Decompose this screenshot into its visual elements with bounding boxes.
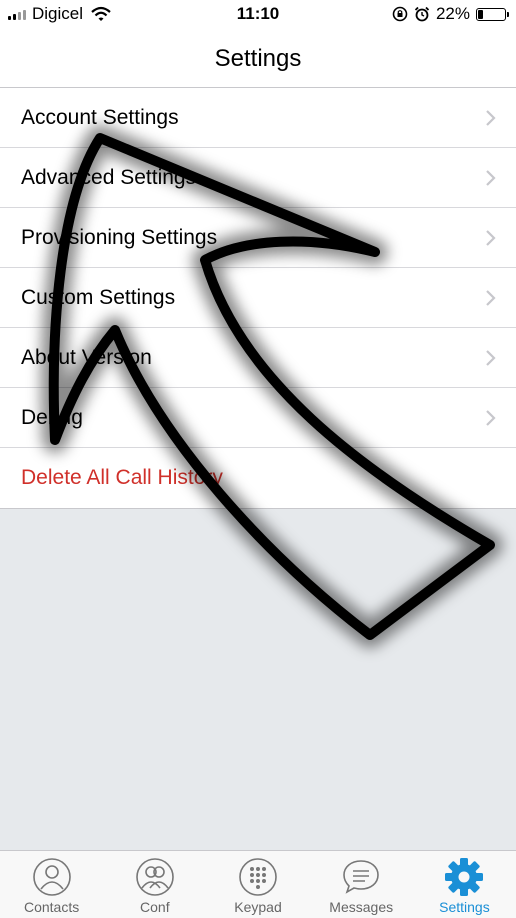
settings-item-about-version[interactable]: About Version (0, 328, 516, 388)
settings-item-debug[interactable]: Debug (0, 388, 516, 448)
tab-label: Contacts (23, 899, 80, 915)
contacts-icon (32, 858, 71, 896)
tab-label: Messages (329, 899, 394, 915)
messages-icon (343, 860, 380, 894)
settings-item-advanced[interactable]: Advanced Settings (0, 148, 516, 208)
keypad-icon (239, 858, 277, 896)
alarm-icon (414, 6, 430, 22)
tab-label: Settings (439, 899, 490, 915)
gear-icon (445, 858, 484, 896)
tab-label: Conf (140, 899, 170, 915)
settings-item-label: Custom Settings (21, 286, 176, 309)
settings-item-label: Account Settings (21, 106, 179, 129)
chevron-right-icon (486, 110, 496, 126)
nav-bar: Settings (0, 30, 516, 88)
tab-contacts[interactable]: Contacts (0, 851, 103, 918)
settings-item-custom[interactable]: Custom Settings (0, 268, 516, 328)
battery-level (478, 9, 483, 19)
chevron-right-icon (486, 410, 496, 426)
settings-item-label: About Version (21, 346, 152, 369)
tab-conf[interactable]: Conf (103, 851, 206, 918)
settings-list: Account Settings Advanced Settings Provi… (0, 88, 516, 509)
status-right: 22% (392, 4, 509, 24)
battery-percent: 22% (435, 4, 470, 23)
conference-icon (135, 858, 174, 896)
settings-item-provisioning[interactable]: Provisioning Settings (0, 208, 516, 268)
settings-item-label: Provisioning Settings (21, 226, 218, 249)
settings-item-label: Debug (21, 406, 83, 429)
tab-bar: Contacts Conf Keypad Messages Settings (0, 850, 516, 918)
battery-icon (476, 7, 509, 21)
tab-settings[interactable]: Settings (413, 851, 516, 918)
status-bar: Digicel 11:10 22% (0, 0, 516, 30)
chevron-right-icon (486, 290, 496, 306)
chevron-right-icon (486, 230, 496, 246)
delete-call-history-label: Delete All Call History (21, 466, 223, 489)
delete-call-history-button[interactable]: Delete All Call History (0, 448, 516, 509)
settings-item-label: Advanced Settings (21, 166, 197, 189)
orientation-lock-icon (392, 6, 408, 22)
settings-item-account[interactable]: Account Settings (0, 88, 516, 148)
tab-label: Keypad (234, 899, 282, 915)
chevron-right-icon (486, 170, 496, 186)
page-title: Settings (214, 45, 302, 72)
tab-messages[interactable]: Messages (310, 851, 413, 918)
tab-keypad[interactable]: Keypad (206, 851, 309, 918)
chevron-right-icon (486, 350, 496, 366)
